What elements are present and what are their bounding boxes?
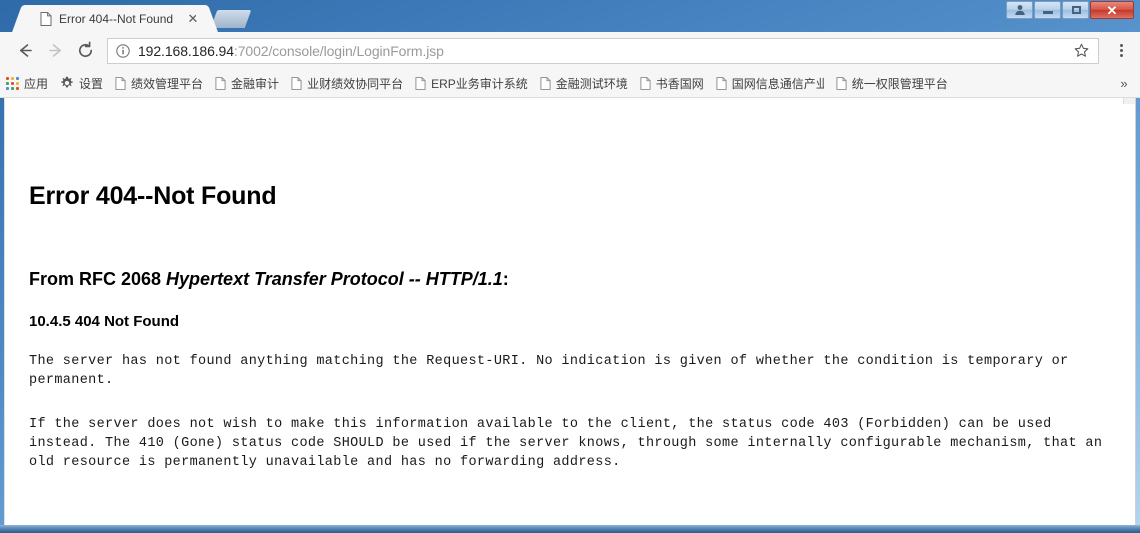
- bookmark-item-label: 书香国网: [655, 76, 704, 91]
- star-icon: [1074, 43, 1088, 57]
- bookmark-item-label: 绩效管理平台: [131, 76, 204, 91]
- info-circle-icon[interactable]: [116, 43, 130, 58]
- window-bottom-frame: [0, 525, 1140, 533]
- rfc-reference-heading: From RFC 2068 Hypertext Transfer Protoco…: [29, 269, 1111, 290]
- page-icon: [40, 11, 52, 26]
- menu-dot: [1119, 54, 1123, 57]
- error-paragraph-1: The server has not found anything matchi…: [29, 354, 1069, 388]
- bookmark-settings-label: 设置: [79, 76, 104, 91]
- bookmark-item-label: 金融审计: [231, 76, 280, 91]
- bookmark-item-1[interactable]: 金融审计: [209, 72, 285, 94]
- page-icon: [115, 76, 126, 90]
- page-icon: [291, 76, 302, 90]
- user-account-button[interactable]: [1006, 1, 1033, 19]
- page-viewport: Error 404--Not Found From RFC 2068 Hyper…: [4, 98, 1136, 525]
- tab-error-404[interactable]: Error 404--Not Found ✕: [28, 5, 202, 32]
- bookmark-item-7[interactable]: 统一权限管理平台: [830, 72, 954, 94]
- browser-toolbar: 192.168.186.94:7002/console/login/LoginF…: [0, 32, 1140, 69]
- maximize-icon: [1072, 6, 1081, 14]
- chrome-menu-button[interactable]: [1106, 36, 1136, 66]
- bookmark-item-2[interactable]: 业财绩效协同平台: [285, 72, 409, 94]
- menu-dot: [1119, 44, 1123, 47]
- forward-button: [40, 36, 70, 66]
- bookmarks-bar: 应用 设置 绩效管理平台 金融审计 业财绩效协同平台 ERP业务审计系统 金融测…: [0, 69, 1140, 98]
- bookmark-item-5[interactable]: 书香国网: [634, 72, 710, 94]
- window-controls: ✕: [1006, 1, 1134, 19]
- bookmark-item-6[interactable]: 国网信息通信产业集: [710, 72, 830, 94]
- bookmark-item-label: 金融测试环境: [555, 76, 628, 91]
- browser-window: ✕ Error 404--Not Found ✕ 192.168.186.94:…: [0, 0, 1140, 533]
- bookmark-item-label: 统一权限管理平台: [851, 76, 948, 91]
- address-bar[interactable]: 192.168.186.94:7002/console/login/LoginF…: [107, 37, 1099, 64]
- apps-grid-icon: [6, 76, 19, 90]
- page-icon: [716, 76, 727, 90]
- section-heading: 10.4.5 404 Not Found: [29, 313, 180, 330]
- menu-dot: [1119, 49, 1123, 52]
- page-icon: [215, 76, 226, 90]
- person-icon: [1014, 5, 1025, 15]
- reload-button[interactable]: [70, 36, 100, 66]
- gear-icon: [61, 76, 73, 88]
- page-icon: [415, 76, 426, 90]
- bookmark-settings[interactable]: 设置: [54, 72, 109, 94]
- bookmark-apps-label: 应用: [24, 76, 49, 91]
- bookmark-item-label: 国网信息通信产业集: [731, 76, 824, 91]
- scrollbar-track[interactable]: [1123, 98, 1135, 104]
- error-page-content: Error 404--Not Found From RFC 2068 Hyper…: [5, 182, 1135, 525]
- close-window-button[interactable]: ✕: [1090, 1, 1134, 19]
- url-text[interactable]: 192.168.186.94:7002/console/login/LoginF…: [138, 43, 1070, 59]
- new-tab-button[interactable]: [210, 10, 252, 28]
- bookmark-star-button[interactable]: [1070, 40, 1092, 62]
- reload-icon: [78, 41, 92, 58]
- minimize-button[interactable]: [1034, 1, 1061, 19]
- url-path: :7002/console/login/LoginForm.jsp: [233, 42, 444, 59]
- bookmark-item-3[interactable]: ERP业务审计系统: [409, 72, 534, 94]
- tab-title: Error 404--Not Found: [59, 11, 174, 26]
- page-icon: [836, 76, 847, 90]
- rfc-title-italic: Hypertext Transfer Protocol -- HTTP/1.1: [166, 269, 503, 289]
- bookmark-item-label: 业财绩效协同平台: [307, 76, 404, 91]
- bookmark-item-4[interactable]: 金融测试环境: [534, 72, 634, 94]
- tab-close-icon[interactable]: ✕: [186, 11, 200, 26]
- page-title: Error 404--Not Found: [29, 182, 277, 210]
- bookmarks-overflow-button[interactable]: »: [1114, 73, 1134, 93]
- close-icon: ✕: [1106, 2, 1118, 18]
- arrow-right-icon: [48, 44, 61, 57]
- error-paragraph-2: If the server does not wish to make this…: [29, 417, 1103, 470]
- arrow-left-icon: [19, 44, 32, 57]
- maximize-button[interactable]: [1062, 1, 1089, 19]
- bookmark-item-0[interactable]: 绩效管理平台: [109, 72, 209, 94]
- rfc-prefix: From RFC 2068: [29, 269, 167, 289]
- rfc-suffix: :: [502, 269, 509, 289]
- url-host: 192.168.186.94: [138, 42, 234, 59]
- bookmark-item-label: ERP业务审计系统: [431, 76, 528, 91]
- page-icon: [640, 76, 651, 90]
- page-icon: [540, 76, 551, 90]
- minimize-icon: [1043, 11, 1053, 14]
- bookmark-apps[interactable]: 应用: [0, 72, 54, 94]
- back-button[interactable]: [10, 36, 40, 66]
- title-bar: ✕ Error 404--Not Found ✕: [0, 0, 1140, 32]
